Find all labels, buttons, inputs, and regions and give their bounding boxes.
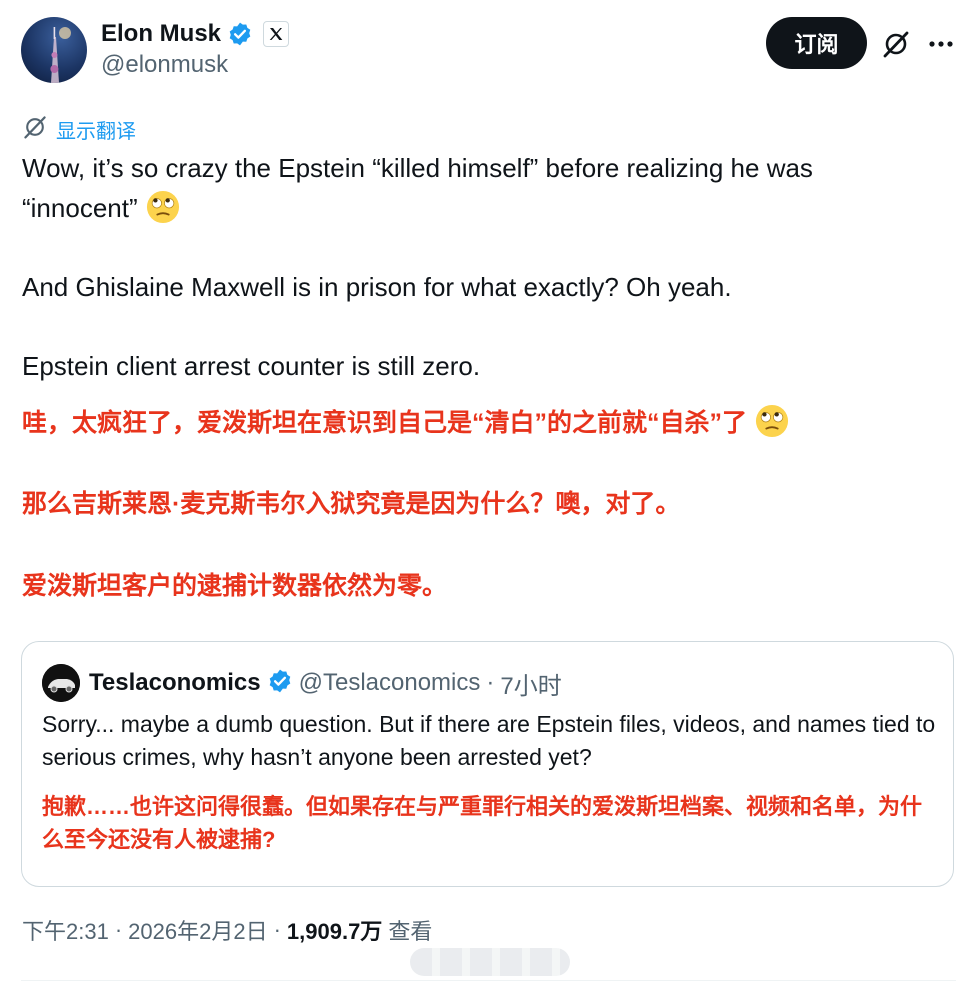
quoted-author-avatar[interactable] xyxy=(42,664,80,702)
translate-grok-icon xyxy=(22,114,48,145)
post-text-line-1: Wow, it’s so crazy the Epstein “killed h… xyxy=(22,153,813,183)
grok-icon[interactable] xyxy=(880,28,912,60)
quoted-display-name[interactable]: Teslaconomics xyxy=(89,669,261,697)
quoted-time[interactable]: 7小时 xyxy=(500,666,561,701)
more-options-icon[interactable] xyxy=(925,28,957,60)
post-date[interactable]: 2026年2月2日 xyxy=(128,914,267,946)
rolling-eyes-emoji-icon xyxy=(146,190,180,224)
author-avatar[interactable] xyxy=(21,17,87,83)
views-label: 查看 xyxy=(388,919,433,944)
author-name-row: Elon Musk xyxy=(101,18,290,50)
quoted-separator: · xyxy=(486,669,495,696)
quoted-header: Teslaconomics @Teslaconomics · 7小时 xyxy=(89,664,562,702)
quoted-text: Sorry... maybe a dumb question. But if t… xyxy=(42,711,936,770)
author-handle[interactable]: @elonmusk xyxy=(101,51,228,79)
translation-line-3: 爱泼斯坦客户的逮捕计数器依然为零。 xyxy=(22,572,448,600)
meta-separator: · xyxy=(114,917,123,942)
translation-line-1: 哇，太疯狂了，爱泼斯坦在意识到自己是“清白”的之前就“自杀”了 xyxy=(22,404,789,440)
translate-label[interactable]: 显示翻译 xyxy=(56,115,136,144)
x-logo-icon[interactable] xyxy=(263,21,290,47)
verified-badge-icon[interactable] xyxy=(227,21,253,47)
translation-line-2: 那么吉斯莱恩·麦克斯韦尔入狱究竟是因为什么？噢，对了。 xyxy=(22,490,681,518)
quoted-verified-badge-icon xyxy=(267,668,293,699)
rolling-eyes-emoji-icon xyxy=(755,404,789,438)
post-text-line-2: “innocent” xyxy=(22,188,180,228)
show-translation-link[interactable]: 显示翻译 xyxy=(22,114,136,145)
views-count: 1,909.7万 xyxy=(286,919,383,944)
post-text-line-3: And Ghislaine Maxwell is in prison for w… xyxy=(22,272,732,302)
post-text-line-4: Epstein client arrest counter is still z… xyxy=(22,351,481,381)
quoted-tweet-card[interactable]: Teslaconomics @Teslaconomics · 7小时 Sorry… xyxy=(21,641,954,887)
quoted-translation: 抱歉……也许这问得很蠢。但如果存在与严重罪行相关的爱泼斯坦档案、视频和名单，为什… xyxy=(42,794,923,852)
post-text-innocent: “innocent” xyxy=(22,193,138,223)
blurred-watermark xyxy=(410,948,570,976)
post-time[interactable]: 下午2:31 xyxy=(22,914,109,946)
divider xyxy=(21,980,956,981)
author-display-name[interactable]: Elon Musk xyxy=(101,20,221,48)
subscribe-button[interactable]: 订阅 xyxy=(766,17,867,69)
post-meta: 下午2:31 · 2026年2月2日 · 1,909.7万 查看 xyxy=(22,914,432,946)
translation-line-1-text: 哇，太疯狂了，爱泼斯坦在意识到自己是“清白”的之前就“自杀”了 xyxy=(22,409,748,437)
meta-separator: · xyxy=(273,917,281,942)
quoted-handle[interactable]: @Teslaconomics xyxy=(299,669,481,697)
